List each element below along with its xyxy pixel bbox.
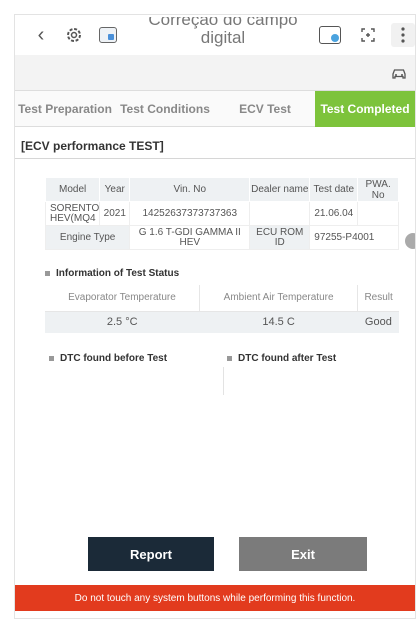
app-window: ‹ Correção do campo digital Test Prepara… [14, 14, 416, 619]
page-title: Correção do campo digital [133, 17, 313, 46]
scroll-handle[interactable] [405, 233, 415, 249]
dtc-divider [223, 367, 224, 395]
section-divider [15, 158, 415, 159]
value-ambient-temp: 14.5 C [199, 311, 358, 333]
header-test-date: Test date [309, 177, 359, 202]
bullet-icon [45, 270, 50, 276]
dots-glyph [401, 27, 405, 43]
header-ambient-temp: Ambient Air Temperature [198, 285, 358, 312]
cell-year: 2021 [99, 201, 131, 226]
step-tabs: Test Preparation Test Conditions ECV Tes… [15, 91, 415, 127]
dtc-after-title: DTC found after Test [227, 353, 336, 364]
more-options-icon[interactable] [391, 23, 415, 47]
tab-test-completed[interactable]: Test Completed [315, 91, 415, 127]
section-title: [ECV performance TEST] [21, 139, 164, 153]
status-section-title: Information of Test Status [45, 268, 179, 279]
bullet-icon [227, 355, 232, 361]
value-evaporator-temp: 2.5 °C [45, 311, 200, 333]
cell-test-date: 21.06.04 [309, 201, 359, 226]
vehicle-table-row: SORENTO HEV(MQ4 2021 14252637373737363 2… [44, 201, 399, 226]
sub-header-band [15, 55, 415, 91]
value-result: Good [357, 311, 399, 333]
cell-pwa [357, 201, 399, 226]
title-line-1: Correção do campo [148, 17, 298, 29]
vci-card-icon[interactable] [95, 23, 121, 47]
ecu-rom-value: 97255-P4001 [309, 225, 399, 250]
vehicle-table-header: Model Year Vin. No Dealer name Test date… [44, 177, 399, 202]
exit-button[interactable]: Exit [239, 537, 367, 571]
settings-gear-icon[interactable] [61, 23, 87, 47]
expand-glyph [361, 28, 375, 42]
test-status-table: Evaporator Temperature Ambient Air Tempe… [45, 285, 399, 333]
vci-status-icon[interactable] [315, 23, 345, 47]
header-year: Year [99, 177, 131, 202]
status-header-row: Evaporator Temperature Ambient Air Tempe… [45, 285, 399, 312]
engine-type-label: Engine Type [44, 225, 131, 250]
header-evaporator-temp: Evaporator Temperature [45, 285, 200, 312]
top-bar: ‹ Correção do campo digital [15, 15, 415, 55]
warning-banner: Do not touch any system buttons while pe… [15, 585, 415, 611]
cell-model: SORENTO HEV(MQ4 [44, 201, 101, 226]
dtc-before-title: DTC found before Test [49, 353, 167, 364]
tab-test-conditions[interactable]: Test Conditions [115, 91, 215, 127]
header-result: Result [357, 285, 399, 312]
engine-row: Engine Type G 1.6 T-GDI GAMMA II HEV ECU… [44, 225, 399, 250]
header-model: Model [44, 177, 101, 202]
tab-ecv-test[interactable]: ECV Test [215, 91, 315, 127]
tab-test-preparation[interactable]: Test Preparation [15, 91, 115, 127]
header-vin: Vin. No [129, 177, 251, 202]
cell-vin: 14252637373737363 [129, 201, 251, 226]
vehicle-info-table: Model Year Vin. No Dealer name Test date… [44, 177, 399, 250]
gear-glyph [67, 28, 81, 42]
title-line-2: digital [200, 28, 246, 47]
engine-type-value: G 1.6 T-GDI GAMMA II HEV [129, 225, 251, 250]
cell-dealer [249, 201, 311, 226]
card-shape [99, 27, 117, 43]
vci-shape [319, 26, 341, 44]
header-pwa: PWA. No [357, 177, 399, 202]
bullet-icon [49, 355, 54, 361]
car-icon[interactable] [391, 65, 407, 81]
report-button[interactable]: Report [88, 537, 214, 571]
header-dealer: Dealer name [249, 177, 311, 202]
ecu-rom-label: ECU ROM ID [249, 225, 311, 250]
back-arrow-icon[interactable]: ‹ [33, 23, 49, 47]
status-value-row: 2.5 °C 14.5 C Good [45, 311, 399, 333]
expand-icon[interactable] [355, 23, 381, 47]
